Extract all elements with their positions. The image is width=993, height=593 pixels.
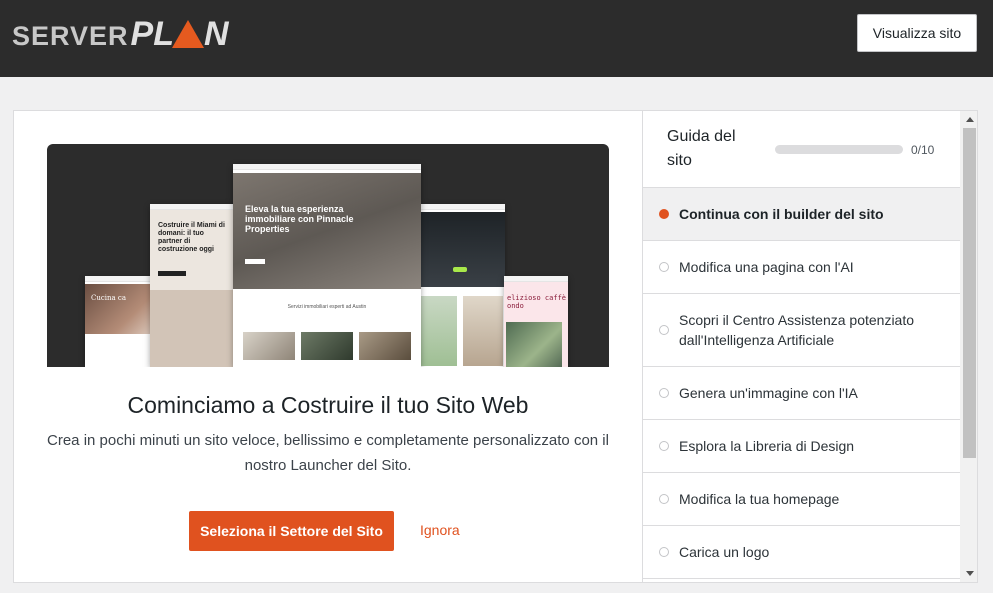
guide-item-design-library[interactable]: Esplora la Libreria di Design <box>643 420 960 473</box>
mockup-title: Eleva la tua esperienza immobiliare con … <box>245 204 354 234</box>
template-mockup-3: Eleva la tua esperienza immobiliare con … <box>233 164 421 367</box>
guide-item-edit-homepage[interactable]: Modifica la tua homepage <box>643 473 960 526</box>
guide-title: Guida del sito <box>667 128 736 169</box>
circle-icon <box>659 441 669 451</box>
logo-triangle-icon <box>172 20 204 48</box>
logo-text-pl: PL <box>130 15 174 53</box>
guide-item-label: Esplora la Libreria di Design <box>679 438 855 454</box>
guide-progress-bar <box>775 145 903 154</box>
ignore-link[interactable]: Ignora <box>420 522 460 538</box>
site-guide-panel: Guida del sito 0/10 Continua con il buil… <box>642 111 977 582</box>
mockup-subtitle: Servizi immobiliari esperti ad Austin <box>287 304 367 310</box>
scrollbar-thumb[interactable] <box>963 128 976 458</box>
guide-item-label: Carica un logo <box>679 544 770 560</box>
template-mockup-2: Costruire il Miami di domani: il tuo par… <box>150 204 238 367</box>
logo-text-n: N <box>204 15 229 53</box>
serverplan-logo: SERVER PL N <box>12 14 229 53</box>
circle-icon <box>659 494 669 504</box>
mockup-text: elizioso caffè ondo <box>507 294 567 310</box>
circle-icon <box>659 262 669 272</box>
active-dot-icon <box>659 209 669 219</box>
circle-icon <box>659 388 669 398</box>
guide-item-label: Modifica una pagina con l'AI <box>679 259 854 275</box>
view-site-button[interactable]: Visualizza sito <box>857 14 977 52</box>
page-title: Cominciamo a Costruire il tuo Sito Web <box>127 392 529 418</box>
guide-item-generate-image[interactable]: Genera un'immagine con l'IA <box>643 367 960 420</box>
guide-item-label: Modifica la tua homepage <box>679 491 840 507</box>
hero-preview-image: Cucina ca Costruire il Miami di domani: … <box>47 144 609 367</box>
guide-item-label: Scopri il Centro Assistenza potenziato d… <box>679 312 915 348</box>
top-bar: SERVER PL N Visualizza sito <box>0 0 993 77</box>
guide-item-upload-logo[interactable]: Carica un logo <box>643 526 960 579</box>
main-card: Cucina ca Costruire il Miami di domani: … <box>13 110 978 583</box>
mockup-text: Costruire il Miami di domani: il tuo par… <box>158 222 225 253</box>
guide-item-edit-page-ai[interactable]: Modifica una pagina con l'AI <box>643 241 960 294</box>
template-mockup-4 <box>419 204 505 367</box>
scroll-down-arrow-icon[interactable] <box>966 571 974 576</box>
scroll-up-arrow-icon[interactable] <box>966 117 974 122</box>
guide-items-list: Continua con il builder del sito Modific… <box>643 188 960 579</box>
guide-item-continue-builder[interactable]: Continua con il builder del sito <box>643 188 960 241</box>
guide-progress-count: 0/10 <box>911 143 935 157</box>
guide-item-label: Genera un'immagine con l'IA <box>679 385 858 401</box>
launcher-panel: Cucina ca Costruire il Miami di domani: … <box>14 111 642 582</box>
guide-header: Guida del sito 0/10 <box>643 111 960 188</box>
circle-icon <box>659 325 669 335</box>
guide-scrollbar[interactable] <box>960 111 977 582</box>
guide-item-help-center[interactable]: Scopri il Centro Assistenza potenziato d… <box>643 294 960 367</box>
page-description: Crea in pochi minuti un sito veloce, bel… <box>47 432 609 474</box>
logo-text-server: SERVER <box>12 21 129 51</box>
guide-item-label: Continua con il builder del sito <box>679 206 884 222</box>
select-sector-button[interactable]: Seleziona il Settore del Sito <box>189 511 394 551</box>
circle-icon <box>659 547 669 557</box>
template-mockup-5: elizioso caffè ondo <box>504 276 568 367</box>
mockup-text: Cucina ca <box>91 294 127 302</box>
